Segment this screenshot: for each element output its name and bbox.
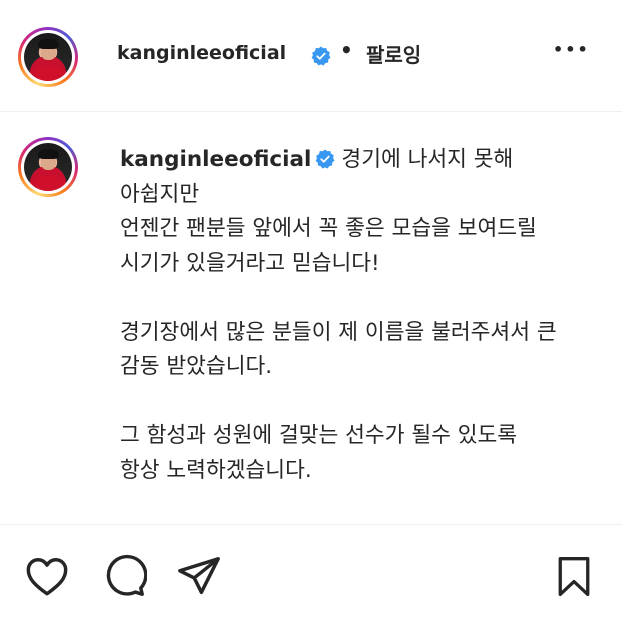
following-button[interactable]: 팔로잉 — [366, 39, 421, 68]
caption-body: 경기에 나서지 못해 아쉽지만 언젠간 팬분들 앞에서 꼭 좋은 모습을 보여드… — [120, 147, 557, 483]
caption-text: kanginleeoficial 경기에 나서지 못해 아쉽지만 언젠간 팬분들 … — [120, 143, 560, 488]
verified-badge-icon — [311, 46, 331, 66]
avatar-photo — [24, 33, 72, 81]
header-username[interactable]: kanginleeoficial — [117, 42, 286, 64]
heart-icon[interactable] — [24, 554, 70, 600]
action-bar — [0, 526, 622, 628]
profile-avatar[interactable] — [18, 27, 78, 87]
comment-icon[interactable] — [101, 554, 147, 600]
bookmark-icon[interactable] — [552, 554, 596, 600]
caption-section: kanginleeoficial 경기에 나서지 못해 아쉽지만 언젠간 팬분들 … — [0, 113, 622, 525]
paper-plane-icon[interactable] — [176, 554, 222, 600]
caption-username[interactable]: kanginleeoficial — [120, 147, 311, 172]
caption-avatar[interactable] — [18, 137, 78, 197]
caption-verified-badge-icon — [316, 149, 335, 169]
header-separator: • — [340, 38, 353, 62]
caption-avatar-photo — [24, 143, 72, 191]
more-options-icon[interactable]: ••• — [553, 40, 590, 59]
post-header: kanginleeoficial • 팔로잉 ••• — [0, 0, 622, 112]
